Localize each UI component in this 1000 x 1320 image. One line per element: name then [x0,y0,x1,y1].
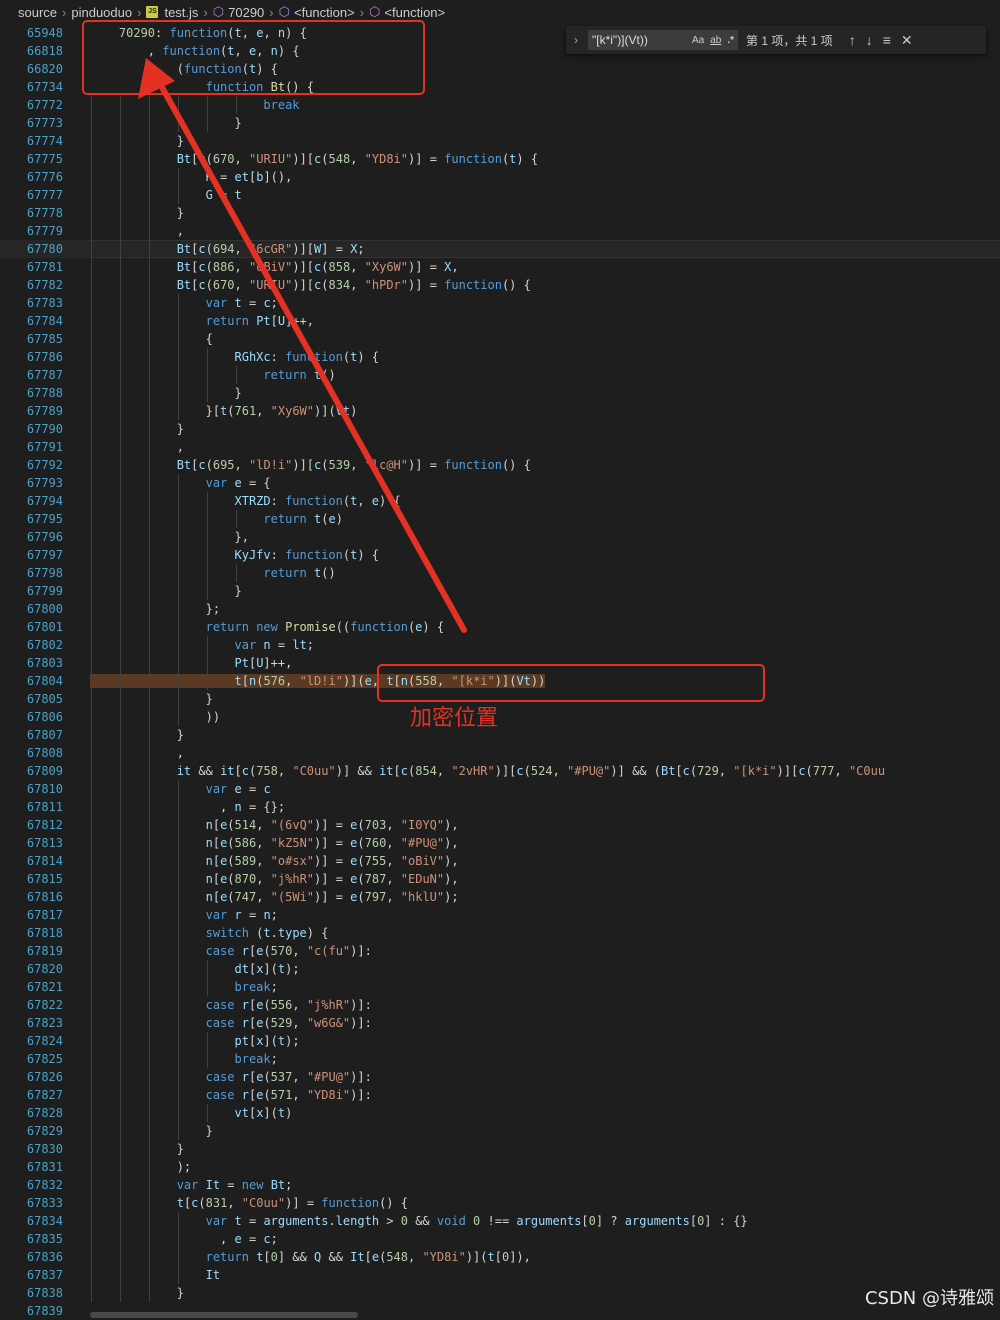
encryption-location-label: 加密位置 [410,706,499,731]
arrow-shaft [155,77,467,633]
arrow-head [138,58,175,99]
horizontal-scrollbar[interactable] [90,1312,358,1318]
annotation-arrow [138,58,467,633]
watermark: CSDN @诗雅颂 [864,1288,994,1309]
